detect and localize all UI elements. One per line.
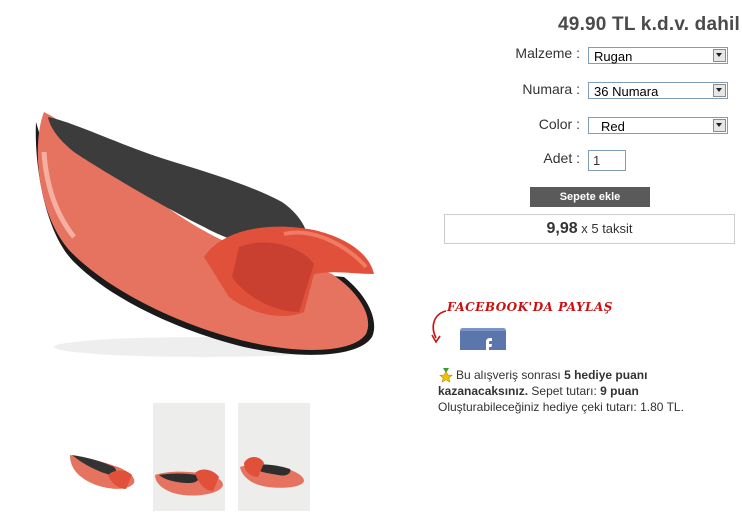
chevron-down-icon[interactable] [713, 119, 726, 132]
add-to-cart-button[interactable]: Sepete ekle [530, 187, 650, 207]
thumbnail-1[interactable] [66, 403, 138, 511]
cart-total-value: 9 puan [600, 384, 639, 398]
cart-total-label: Sepet tutarı: [531, 384, 597, 398]
color-select-value: Red [601, 119, 625, 134]
quantity-input[interactable]: 1 [588, 150, 626, 171]
chevron-down-icon[interactable] [713, 84, 726, 97]
facebook-icon [460, 328, 506, 350]
material-select-value: Rugan [594, 49, 633, 64]
product-main-image[interactable] [14, 12, 384, 397]
color-select[interactable]: Red [588, 117, 728, 134]
material-label: Malzeme : [515, 45, 580, 61]
installment-amount: 9,98 [546, 220, 578, 237]
facebook-share-button[interactable] [460, 328, 506, 350]
thumbnail-2[interactable] [153, 403, 225, 511]
size-label: Numara : [522, 81, 580, 97]
facebook-share-label: FACEBOOK'DA PAYLAŞ [447, 300, 613, 314]
chevron-down-icon[interactable] [713, 49, 726, 62]
product-price: 49.90 TL k.d.v. dahil [558, 14, 740, 35]
thumbnail-3[interactable] [238, 403, 310, 511]
points-info: Bu alışveriş sonrası 5 hediye puanı kaza… [438, 367, 738, 415]
quantity-label: Adet : [543, 150, 580, 166]
size-select-value: 36 Numara [594, 84, 659, 99]
size-select[interactable]: 36 Numara [588, 82, 728, 99]
installment-box: 9,98 x 5 taksit [444, 214, 735, 244]
color-label: Color : [538, 116, 580, 132]
material-select[interactable]: Rugan [588, 47, 728, 64]
gift-voucher-text: Oluşturabileceğiniz hediye çeki tutarı: … [438, 400, 684, 414]
installment-text: x 5 taksit [581, 221, 633, 236]
points-prefix: Bu alışveriş sonrası [456, 368, 561, 382]
